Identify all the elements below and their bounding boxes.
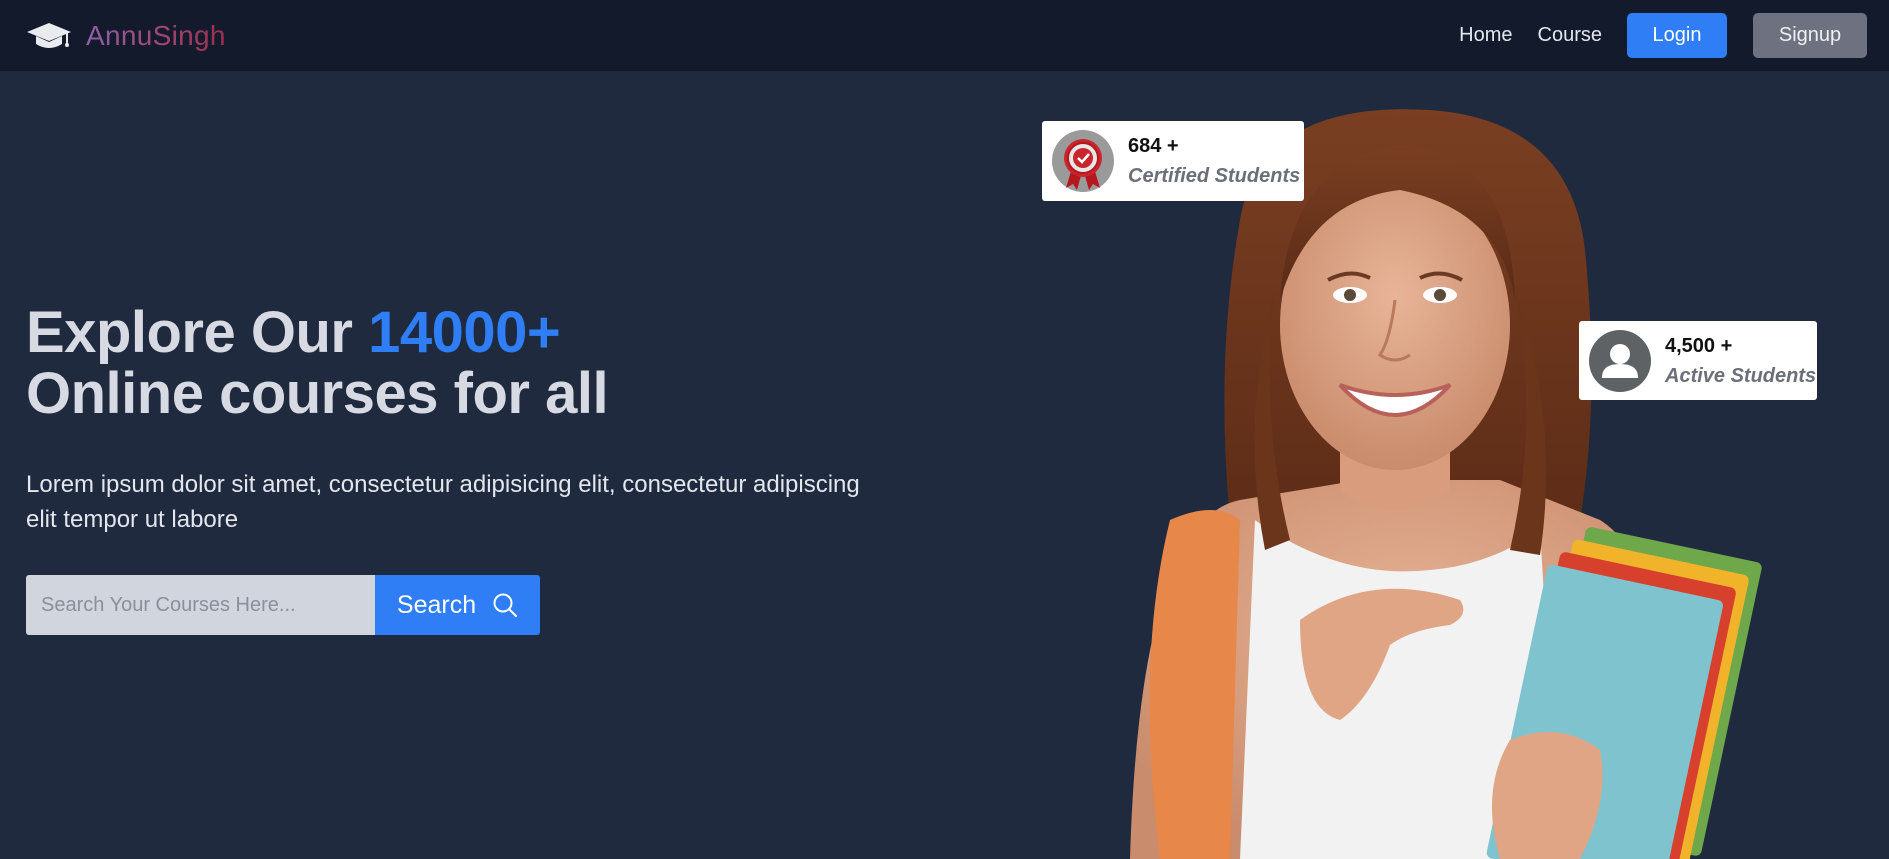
- brand[interactable]: AnnuSingh: [26, 20, 226, 52]
- certificate-badge-icon: [1052, 130, 1114, 192]
- search-icon: [493, 593, 518, 617]
- active-stat-text: 4,500 + Active Students: [1665, 331, 1816, 391]
- student-hero-image: [1130, 109, 1762, 859]
- hero-title: Explore Our 14000+ Online courses for al…: [26, 300, 609, 426]
- nav-link-course[interactable]: Course: [1538, 24, 1602, 47]
- certified-label: Certified Students: [1128, 165, 1301, 187]
- hero-description: Lorem ipsum dolor sit amet, consectetur …: [26, 471, 860, 533]
- active-count: 4,500 +: [1665, 334, 1733, 357]
- search-button[interactable]: Search: [375, 575, 540, 635]
- certified-stat-text: 684 + Certified Students: [1128, 131, 1300, 191]
- certified-students-card: 684 + Certified Students: [1042, 121, 1304, 201]
- course-search-form: Search: [26, 575, 540, 635]
- hero-title-highlight: 14000+: [368, 300, 561, 365]
- active-students-card: 4,500 + Active Students: [1579, 321, 1817, 400]
- certified-count: 684 +: [1128, 135, 1179, 157]
- active-label: Active Students: [1665, 364, 1817, 387]
- search-button-label: Search: [396, 590, 477, 619]
- nav-link-home[interactable]: Home: [1459, 24, 1512, 47]
- navbar: AnnuSingh Home Course Login Signup: [0, 0, 1889, 71]
- user-avatar-icon: [1589, 329, 1651, 392]
- login-button[interactable]: Login: [1627, 13, 1727, 58]
- nav-menu: Home Course Login Signup: [1459, 13, 1867, 58]
- search-input[interactable]: [26, 575, 375, 635]
- brand-name: AnnuSingh: [86, 19, 226, 51]
- signup-button[interactable]: Signup: [1753, 13, 1867, 58]
- landing-page: AnnuSingh Home Course Login Signup Explo…: [0, 0, 1889, 859]
- hero-title-line2: Online courses for all: [26, 361, 609, 426]
- graduation-cap-icon: [27, 22, 71, 48]
- hero-title-prefix: Explore Our: [26, 300, 369, 365]
